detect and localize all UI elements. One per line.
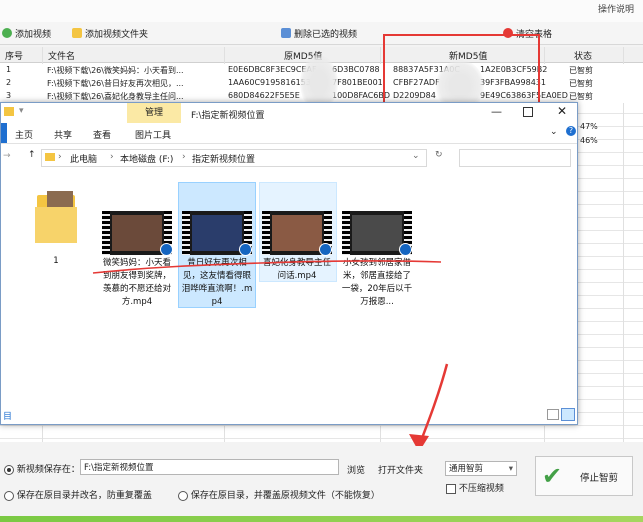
- row-status: 已智剪: [569, 66, 593, 75]
- no-compress-checkbox[interactable]: [446, 483, 456, 494]
- main-toolbar: 添加视频 添加视频文件夹 删除已选的视频 清空表格: [0, 22, 643, 45]
- row-index: 3: [6, 91, 12, 100]
- explorer-title-bar[interactable]: ▾ 管理 F:\指定新视频位置 — ✕: [1, 103, 577, 123]
- address-bar[interactable]: › 此电脑 › 本地磁盘 (F:) › 指定新视频位置 ⌄: [41, 149, 427, 167]
- mode-select[interactable]: 通用智剪 ▾: [445, 461, 517, 476]
- row-status: 已智剪: [569, 79, 593, 88]
- tab-home[interactable]: 主页: [15, 128, 33, 141]
- close-icon[interactable]: ✕: [557, 104, 567, 118]
- folder-icon: [45, 153, 55, 161]
- search-input[interactable]: [459, 149, 571, 167]
- keep-dir-overwrite-option[interactable]: 保存在原目录，并覆盖原视频文件（不能恢复）: [178, 488, 380, 501]
- breadcrumb-this-pc[interactable]: 此电脑: [70, 152, 97, 165]
- chevron-down-icon[interactable]: ⌄: [412, 151, 420, 161]
- progress-strip: [0, 516, 643, 522]
- top-right-partial-label[interactable]: 操作说明: [598, 2, 634, 15]
- column-divider: [623, 47, 624, 442]
- checkmark-icon: ✔: [542, 462, 563, 490]
- add-folder-button[interactable]: 添加视频文件夹: [72, 26, 148, 40]
- quick-access-dropdown-icon[interactable]: ▾: [19, 106, 24, 116]
- row-filename: F:\视频下载\26\昔日好友再次相见，...: [47, 79, 184, 88]
- delete-selected-label: 删除已选的视频: [294, 29, 358, 40]
- row-orig-md5-tail: 100D8FAC6BD: [332, 91, 391, 100]
- status-text: 目: [3, 412, 13, 422]
- address-bar-row: → ↑ › 此电脑 › 本地磁盘 (F:) › 指定新视频位置 ⌄ ↻: [1, 147, 577, 169]
- chevron-right-icon: ›: [110, 152, 114, 162]
- open-folder-button[interactable]: 打开文件夹: [378, 463, 423, 476]
- file-tab-edge[interactable]: [1, 123, 7, 143]
- save-path-field[interactable]: F:\指定新视频位置: [80, 459, 339, 475]
- large-icons-view-icon[interactable]: [561, 408, 575, 421]
- header-status[interactable]: 状态: [574, 49, 592, 62]
- row-orig-md5: 1AA60C9195816153: [228, 78, 311, 87]
- row-filename: F:\视频下载\26\微笑妈妈：小天看到...: [47, 66, 184, 75]
- row-orig-md5-tail: 7F801BE001: [332, 78, 383, 87]
- save-new-option[interactable]: 新视频保存在：: [4, 462, 80, 475]
- header-index[interactable]: 序号: [5, 49, 23, 62]
- annotation-arrow: [409, 363, 449, 452]
- no-compress-label: 不压缩视频: [458, 484, 504, 494]
- folder-icon: [4, 107, 14, 116]
- output-settings-panel: 新视频保存在： F:\指定新视频位置 浏览 打开文件夹 保存在原目录并改名，防重…: [0, 446, 643, 516]
- keep-dir-rename-label: 保存在原目录并改名，防重复覆盖: [16, 491, 152, 501]
- explorer-title-path: F:\指定新视频位置: [191, 111, 265, 121]
- add-video-button[interactable]: 添加视频: [2, 26, 51, 40]
- row-orig-md5: 680D84622F5E5E: [228, 91, 300, 100]
- row-index: 1: [6, 65, 12, 74]
- details-view-icon[interactable]: [547, 409, 559, 420]
- chevron-down-icon: ▾: [508, 464, 513, 474]
- folder-icon: [72, 28, 82, 38]
- row-orig-md5-tail: 6D3BC0788: [332, 65, 380, 74]
- window-top-strip: [0, 0, 643, 22]
- refresh-icon[interactable]: ↻: [435, 150, 443, 160]
- delete-list-icon: [281, 28, 291, 38]
- explorer-status-bar: 目: [1, 406, 577, 424]
- tab-view[interactable]: 查看: [93, 128, 111, 141]
- file-explorer-window[interactable]: ▾ 管理 F:\指定新视频位置 — ✕ 主页 共享 查看 图片工具 ⌄ ? → …: [0, 102, 578, 425]
- annotation-stroke: [92, 260, 442, 274]
- help-icon[interactable]: ?: [566, 126, 576, 136]
- save-new-label: 新视频保存在：: [16, 465, 80, 475]
- maximize-icon[interactable]: [523, 107, 533, 117]
- no-compress-option[interactable]: 不压缩视频: [446, 481, 504, 494]
- breadcrumb-folder[interactable]: 指定新视频位置: [192, 152, 255, 165]
- up-icon[interactable]: ↑: [28, 150, 36, 160]
- chevron-right-icon: ›: [58, 152, 62, 162]
- ribbon-expand-icon[interactable]: ⌄: [550, 127, 558, 137]
- tab-picture-tools[interactable]: 图片工具: [135, 128, 171, 141]
- chevron-right-icon: ›: [182, 152, 186, 162]
- stop-button[interactable]: ✔ 停止智剪: [535, 456, 633, 496]
- header-filename[interactable]: 文件名: [48, 49, 75, 62]
- row-status: 已智剪: [569, 92, 593, 101]
- delete-selected-button[interactable]: 删除已选的视频: [281, 26, 357, 40]
- breadcrumb-drive[interactable]: 本地磁盘 (F:): [120, 152, 173, 165]
- row-index: 2: [6, 78, 12, 87]
- forward-icon[interactable]: →: [3, 151, 11, 161]
- radio-keep-dir-overwrite[interactable]: [178, 490, 188, 501]
- browse-button[interactable]: 浏览: [347, 463, 365, 476]
- explorer-ribbon: 主页 共享 查看 图片工具 ⌄ ?: [1, 123, 577, 144]
- tab-share[interactable]: 共享: [54, 128, 72, 141]
- keep-dir-overwrite-label: 保存在原目录，并覆盖原视频文件（不能恢复）: [190, 491, 380, 501]
- progress-percent: 46%: [580, 136, 598, 145]
- add-video-label: 添加视频: [15, 29, 52, 40]
- add-icon: [2, 28, 12, 38]
- row-filename: F:\视频下载\26\喜妃化身教导主任问...: [47, 92, 184, 101]
- file-list-area[interactable]: 1 微笑妈妈：小天看到朋友得到奖牌，羡慕的不愿还给对方.mp4 昔日好友再次相见…: [1, 171, 577, 406]
- manage-tab[interactable]: 管理: [127, 103, 181, 123]
- minimize-icon[interactable]: —: [491, 105, 502, 118]
- stop-button-label: 停止智剪: [580, 473, 619, 484]
- keep-dir-rename-option[interactable]: 保存在原目录并改名，防重复覆盖: [4, 488, 152, 501]
- add-folder-label: 添加视频文件夹: [85, 29, 149, 40]
- progress-percent: 47%: [580, 122, 598, 131]
- mode-select-value: 通用智剪: [449, 464, 484, 474]
- radio-keep-dir-rename[interactable]: [4, 490, 14, 501]
- radio-save-new[interactable]: [4, 464, 14, 475]
